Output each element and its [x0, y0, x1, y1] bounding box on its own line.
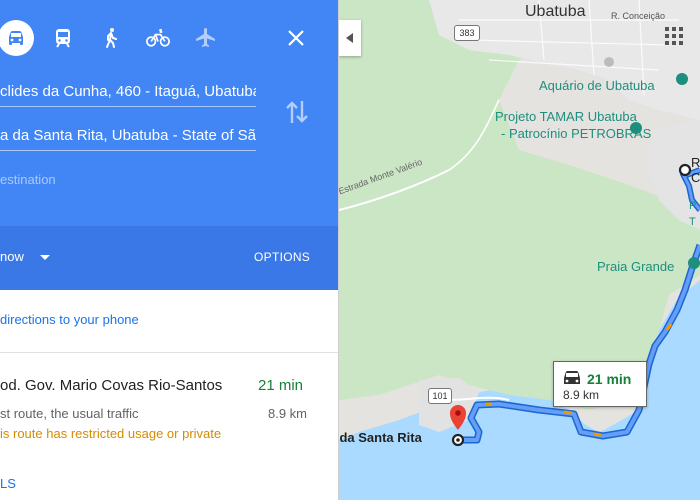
- bubble-distance: 8.9 km: [563, 388, 600, 402]
- details-link[interactable]: LS: [0, 476, 16, 491]
- map-label-poi[interactable]: Aquário de Ubatuba: [539, 78, 655, 93]
- car-icon: [564, 371, 580, 384]
- map-label-poi[interactable]: Projeto TAMAR Ubatuba: [495, 109, 637, 124]
- map-label-poi[interactable]: - Patrocínio PETROBRAS: [501, 126, 651, 141]
- apps-grid-icon[interactable]: [665, 27, 683, 45]
- map-label-beach[interactable]: Praia Grande: [597, 259, 674, 274]
- highway-shield: 383: [454, 25, 480, 41]
- map-label-edge: R: [691, 155, 700, 170]
- map-label-edge: T: [689, 216, 696, 228]
- depart-time-label[interactable]: now: [0, 249, 24, 264]
- mode-transit-button[interactable]: [45, 20, 81, 56]
- depart-time-row: now OPTIONS: [0, 226, 338, 290]
- send-to-phone-link[interactable]: directions to your phone: [0, 312, 139, 327]
- mode-drive-button[interactable]: [0, 20, 34, 56]
- plane-icon: [196, 28, 215, 47]
- map-canvas: [339, 0, 700, 500]
- chevron-down-icon[interactable]: [40, 255, 50, 260]
- mode-bike-button[interactable]: [140, 20, 176, 56]
- map-label-edge: P: [689, 200, 697, 212]
- mode-walk-button[interactable]: [93, 20, 129, 56]
- walk-icon: [106, 28, 117, 48]
- bike-icon: [146, 28, 170, 47]
- route-info-bubble[interactable]: 21 min 8.9 km: [553, 361, 647, 407]
- bubble-time: 21 min: [587, 371, 632, 387]
- map-label-city: Ubatuba: [525, 3, 586, 20]
- close-icon: [288, 30, 304, 46]
- route-option[interactable]: od. Gov. Mario Covas Rio-Santos 21 min s…: [0, 353, 338, 500]
- map-label-destination[interactable]: ia da Santa Rita: [339, 430, 422, 445]
- route-note: st route, the usual traffic: [0, 406, 139, 421]
- highway-shield: 101: [428, 388, 452, 404]
- route-time: 21 min: [258, 377, 304, 394]
- route-distance: 8.9 km: [268, 406, 308, 421]
- options-button[interactable]: OPTIONS: [254, 250, 310, 264]
- swap-icon[interactable]: [284, 97, 310, 127]
- chevron-left-icon: [346, 33, 353, 43]
- origin-input[interactable]: clides da Cunha, 460 - Itaguá, Ubatuba: [0, 78, 256, 107]
- car-icon: [9, 31, 23, 45]
- transit-icon: [56, 29, 70, 48]
- directions-header: clides da Cunha, 460 - Itaguá, Ubatuba a…: [0, 0, 338, 290]
- directions-panel: clides da Cunha, 460 - Itaguá, Ubatuba a…: [0, 0, 339, 500]
- add-destination-input[interactable]: estination: [0, 172, 256, 187]
- map-label-street: R. Conceição: [611, 11, 666, 21]
- map-label-edge: C: [691, 170, 700, 185]
- destination-input[interactable]: a da Santa Rita, Ubatuba - State of São …: [0, 122, 256, 151]
- map-view[interactable]: Ubatuba R. Conceição Aquário de Ubatuba …: [339, 0, 700, 500]
- mode-flight-button[interactable]: [188, 20, 224, 56]
- collapse-panel-button[interactable]: [339, 20, 361, 56]
- route-warning: is route has restricted usage or private: [0, 426, 222, 441]
- route-name: od. Gov. Mario Covas Rio-Santos: [0, 377, 223, 394]
- close-button[interactable]: [280, 22, 312, 54]
- origin-marker[interactable]: [678, 163, 692, 177]
